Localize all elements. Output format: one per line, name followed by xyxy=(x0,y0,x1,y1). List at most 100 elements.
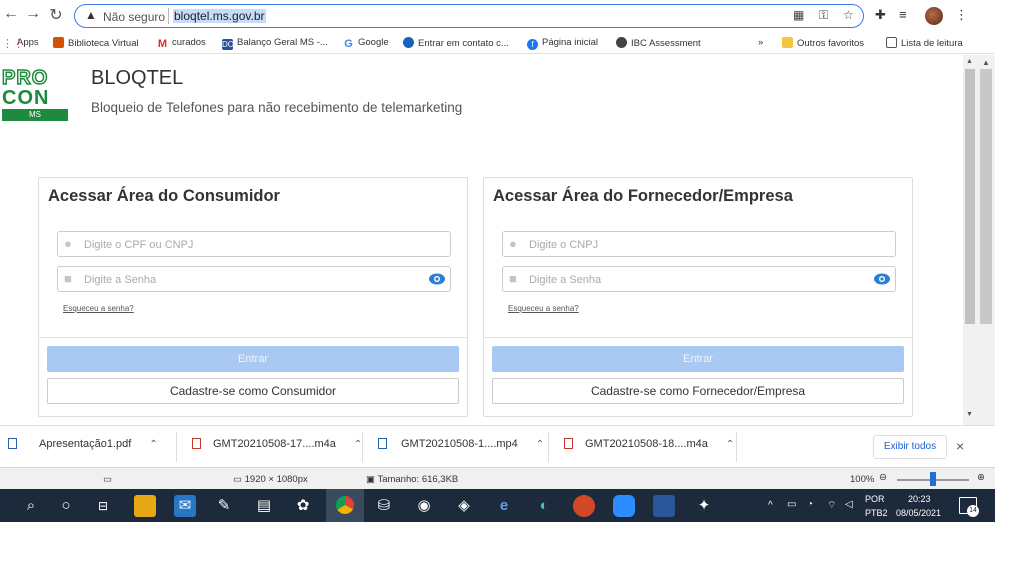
consumer-id-input[interactable] xyxy=(84,236,414,253)
bookmark-other-favorites[interactable]: Outros favoritos xyxy=(782,37,864,49)
wifi-icon[interactable]: ◔ xyxy=(807,499,813,510)
download-item[interactable]: GMT20210508-18....m4a ⌃ xyxy=(564,438,734,450)
back-icon[interactable]: ← xyxy=(0,5,22,23)
app-icon[interactable]: ✿ xyxy=(292,495,314,517)
file-explorer-icon[interactable] xyxy=(134,495,156,517)
profile-avatar[interactable] xyxy=(925,7,943,25)
chevron-up-icon[interactable]: ⌃ xyxy=(536,439,544,450)
volume-icon[interactable]: ◁ xyxy=(845,499,853,510)
viewer-scrollbar[interactable]: ▲ xyxy=(977,55,995,425)
notifications-icon[interactable]: 14 xyxy=(959,497,979,517)
site-subtitle: Bloqueio de Telefones para não recebimen… xyxy=(91,100,463,115)
consumer-register-button[interactable]: Cadastre-se como Consumidor xyxy=(47,378,459,404)
close-icon[interactable]: × xyxy=(956,438,964,454)
supplier-id-field[interactable]: ● xyxy=(502,231,896,257)
powerpoint-icon[interactable] xyxy=(573,495,595,517)
task-view-icon[interactable]: ⊟ xyxy=(92,495,114,517)
scroll-down-icon[interactable]: ▼ xyxy=(966,411,973,418)
bookmark-item[interactable]: IBC Assessment xyxy=(616,37,701,49)
battery-icon[interactable]: ▭ xyxy=(787,499,796,510)
page-scrollbar[interactable]: ▲ ▼ xyxy=(963,55,977,425)
bookmark-label: curados xyxy=(172,37,206,48)
download-item[interactable]: GMT20210508-1....mp4 ⌃ xyxy=(378,438,544,450)
extensions-icon[interactable]: ✚ xyxy=(875,7,886,23)
star-icon[interactable]: ☆ xyxy=(843,8,854,22)
chevron-up-icon[interactable]: ⌃ xyxy=(726,439,734,450)
chrome-logo xyxy=(336,496,354,514)
google-icon: G xyxy=(344,38,353,50)
download-item[interactable]: GMT20210508-17....m4a ⌃ xyxy=(192,438,362,450)
download-separator xyxy=(176,432,177,462)
language-indicator[interactable]: POR xyxy=(865,494,885,504)
supplier-login-card: Acessar Área do Fornecedor/Empresa ● ■ E… xyxy=(483,177,913,417)
media-icon[interactable]: ≡ xyxy=(899,7,907,22)
word-icon[interactable] xyxy=(653,495,675,517)
clock-time[interactable]: 20:23 xyxy=(908,494,931,504)
eye-icon[interactable] xyxy=(873,271,891,287)
bookmark-item[interactable]: G Google xyxy=(343,37,388,50)
app-icon[interactable]: ✦ xyxy=(693,495,715,517)
zoom-in-icon[interactable]: ⊕ xyxy=(977,472,985,483)
zoom-slider-thumb[interactable] xyxy=(930,472,936,486)
bookmark-item[interactable]: Biblioteca Virtual xyxy=(53,37,139,49)
scroll-up-icon[interactable]: ▲ xyxy=(982,58,990,67)
mail-icon[interactable]: ✉ xyxy=(174,495,196,517)
search-icon[interactable]: ⌕ xyxy=(20,495,42,517)
show-all-downloads-button[interactable]: Exibir todos xyxy=(873,435,947,459)
network-tray-icon[interactable]: ⌔ xyxy=(827,499,836,512)
address-bar[interactable]: ▲ Não seguro bloqtel.ms.gov.br ▦ ⚿ ☆ xyxy=(74,4,864,28)
consumer-password-field[interactable]: ■ xyxy=(57,266,451,292)
user-icon: ● xyxy=(509,236,517,251)
supplier-password-field[interactable]: ■ xyxy=(502,266,896,292)
edge-icon[interactable]: ◐ xyxy=(533,495,555,517)
bookmark-item[interactable]: DO Balanço Geral MS -... xyxy=(222,37,328,50)
chrome-icon[interactable] xyxy=(326,489,364,522)
download-shelf: Apresentação1.pdf ⌃ GMT20210508-17....m4a… xyxy=(0,425,995,467)
bookmarks-overflow[interactable]: » xyxy=(758,37,763,48)
forward-icon[interactable]: → xyxy=(22,5,44,23)
supplier-enter-button[interactable]: Entrar xyxy=(492,346,904,372)
consumer-id-field[interactable]: ● xyxy=(57,231,451,257)
consumer-enter-button[interactable]: Entrar xyxy=(47,346,459,372)
supplier-register-button[interactable]: Cadastre-se como Fornecedor/Empresa xyxy=(492,378,904,404)
bookmark-apps[interactable]: ⋮⋮Apps xyxy=(2,37,39,50)
url-text[interactable]: bloqtel.ms.gov.br xyxy=(173,9,266,23)
internet-explorer-icon[interactable]: e xyxy=(493,495,515,517)
key-icon[interactable]: ⚿ xyxy=(819,8,828,23)
app-icon[interactable]: ◈ xyxy=(453,495,475,517)
bookmark-reading-list[interactable]: Lista de leitura xyxy=(886,37,963,49)
scrollbar-thumb[interactable] xyxy=(980,69,992,324)
network-icon[interactable]: ⛁ xyxy=(373,495,395,517)
viewer-statusbar: ▭ ▭ 1920 × 1080px ▣ Tamanho: 616,3KB 100… xyxy=(0,467,995,489)
consumer-forgot-password-link[interactable]: Esqueceu a senha? xyxy=(63,304,134,313)
resolution-text: 1920 × 1080px xyxy=(244,474,308,485)
qr-icon[interactable]: ▦ xyxy=(793,8,804,22)
keyboard-layout[interactable]: PTB2 xyxy=(865,508,888,518)
procon-logo[interactable]: PRO CON MS xyxy=(1,67,68,121)
movie-maker-icon[interactable]: ▤ xyxy=(253,495,275,517)
supplier-id-input[interactable] xyxy=(529,236,859,253)
reload-icon[interactable]: ↻ xyxy=(45,5,67,25)
scroll-up-icon[interactable]: ▲ xyxy=(966,58,973,65)
download-item[interactable]: Apresentação1.pdf ⌃ xyxy=(8,438,158,450)
chevron-up-icon[interactable]: ⌃ xyxy=(149,439,157,450)
contact-icon xyxy=(403,37,414,48)
bookmark-item[interactable]: f Página inicial xyxy=(527,37,598,50)
eye-icon[interactable] xyxy=(428,271,446,287)
obs-icon[interactable]: ◉ xyxy=(413,495,435,517)
consumer-password-input[interactable] xyxy=(84,271,414,288)
fit-icon[interactable]: ▭ xyxy=(103,474,112,485)
paint-icon[interactable]: ✎ xyxy=(213,495,235,517)
bookmark-item[interactable]: Mcurados xyxy=(157,37,206,50)
zoom-icon[interactable] xyxy=(613,495,635,517)
menu-icon[interactable]: ⋮ xyxy=(955,7,968,23)
clock-date[interactable]: 08/05/2021 xyxy=(896,508,941,518)
cortana-icon[interactable]: ○ xyxy=(55,495,77,517)
scrollbar-thumb[interactable] xyxy=(965,69,975,324)
zoom-out-icon[interactable]: ⊖ xyxy=(879,472,887,483)
bookmark-item[interactable]: Entrar em contato c... xyxy=(403,37,509,49)
supplier-forgot-password-link[interactable]: Esqueceu a senha? xyxy=(508,304,579,313)
supplier-password-input[interactable] xyxy=(529,271,859,288)
tray-chevron-icon[interactable]: ^ xyxy=(768,500,773,511)
site-title: BLOQTEL xyxy=(91,67,184,89)
